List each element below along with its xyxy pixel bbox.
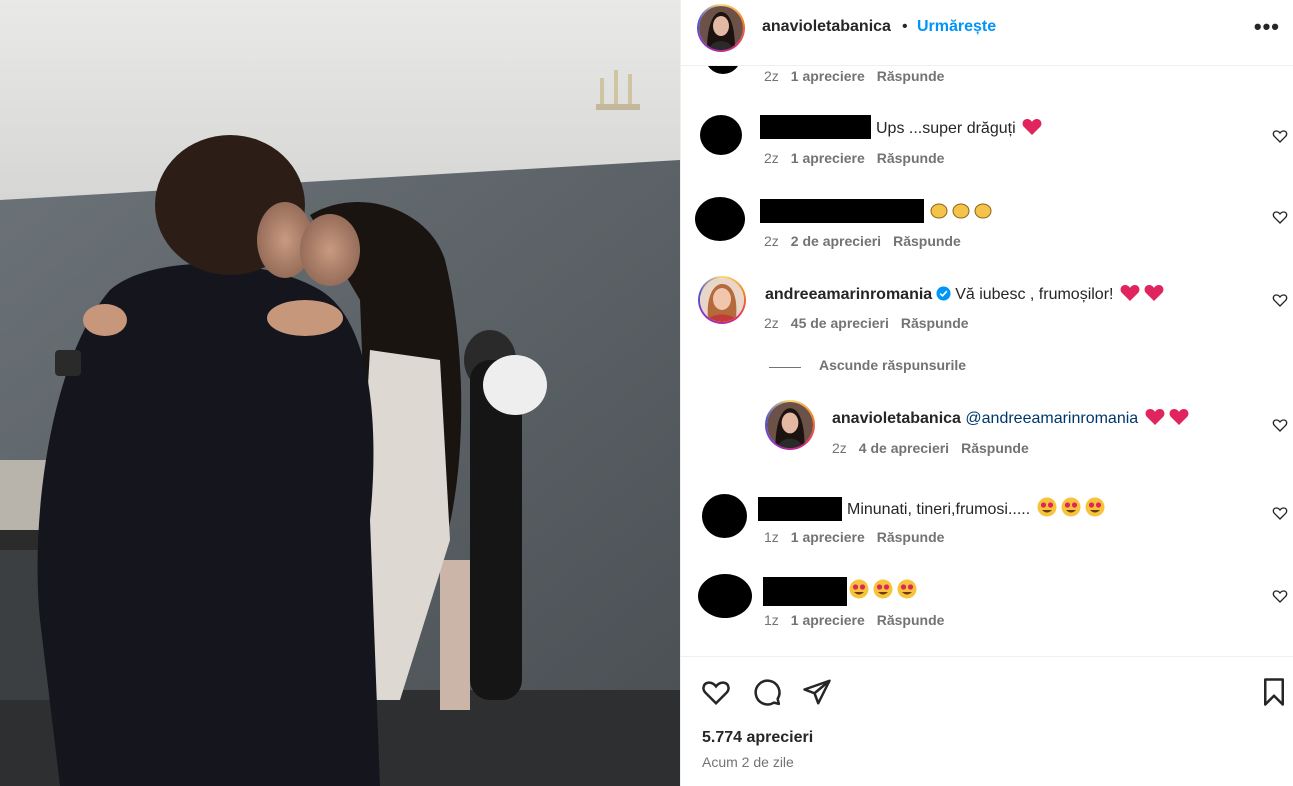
comment-likes-link[interactable]: 45 de aprecieri: [791, 315, 889, 331]
reply-reply-button[interactable]: Răspunde: [961, 440, 1029, 456]
comment-likes-link[interactable]: 1 apreciere: [791, 612, 865, 628]
comment-reply-button[interactable]: Răspunde: [877, 612, 945, 628]
commenter-avatar[interactable]: [700, 115, 742, 155]
mention-link[interactable]: @andreeamarinromania: [965, 410, 1138, 427]
comment-likes-link[interactable]: 1 apreciere: [791, 529, 865, 545]
comment-likes-link[interactable]: 1 apreciere: [791, 150, 865, 166]
hide-replies-line: [769, 367, 801, 368]
red-hearts-emoji-icon: [1120, 285, 1164, 301]
clapping-hands-emoji-icon: [930, 203, 992, 219]
verified-badge-icon: [936, 286, 951, 301]
comment-reply-button[interactable]: Răspunde: [893, 233, 961, 249]
reply-time: 2z: [832, 440, 847, 456]
commenter-avatar[interactable]: [702, 494, 747, 538]
follow-button[interactable]: Urmărește: [917, 18, 996, 36]
author-avatar[interactable]: [697, 4, 745, 52]
comment-time: 1z: [764, 612, 779, 628]
comment-icon[interactable]: [752, 677, 782, 707]
comment-like-heart-icon[interactable]: [1272, 209, 1288, 225]
likes-count[interactable]: 5.774 aprecieri: [702, 729, 813, 747]
post-photo[interactable]: [0, 0, 680, 786]
post-header: anavioletabanica • Urmărește •••: [681, 0, 1293, 66]
reply-text-row: anavioletabanica @andreeamarinromania: [832, 408, 1189, 428]
commenter-avatar[interactable]: [705, 66, 741, 74]
comment-text-row: [927, 201, 995, 223]
reply-meta: 2z 4 de aprecieri Răspunde: [832, 440, 1029, 456]
commenter-avatar[interactable]: [698, 276, 746, 324]
comment-time: 2z: [764, 315, 779, 331]
comment-time: 2z: [764, 150, 779, 166]
replier-avatar[interactable]: [765, 400, 815, 450]
commenter-avatar[interactable]: [698, 574, 752, 618]
comment-meta: 2z 45 de aprecieri Răspunde: [764, 315, 969, 331]
post-actions: 5.774 aprecieri Acum 2 de zile: [681, 656, 1293, 786]
comment-text: Minunati, tineri,frumosi.....: [847, 501, 1031, 518]
comment-text: Ups ...super drăguți: [876, 120, 1016, 137]
red-hearts-emoji-icon: [1145, 409, 1189, 425]
comment-time: 2z: [764, 68, 779, 84]
replier-username[interactable]: anavioletabanica: [832, 410, 961, 427]
comments-list[interactable]: 2z 1 apreciere Răspunde Ups ...super drăgu…: [681, 66, 1293, 656]
post-side-panel: anavioletabanica • Urmărește ••• 2z 1 apr…: [680, 0, 1293, 786]
comment-text-row: [847, 579, 919, 601]
comment-meta: 1z 1 apreciere Răspunde: [764, 529, 944, 545]
comment-reply-button[interactable]: Răspunde: [901, 315, 969, 331]
comment-like-heart-icon[interactable]: [1272, 505, 1288, 521]
heart-icon[interactable]: [701, 677, 731, 707]
comment-likes-link[interactable]: 1 apreciere: [791, 68, 865, 84]
comment-likes-link[interactable]: 2 de aprecieri: [791, 233, 881, 249]
bookmark-icon[interactable]: [1259, 677, 1289, 707]
redacted-username: [758, 497, 842, 521]
comment-meta: 2z 1 apreciere Răspunde: [764, 150, 944, 166]
comment-like-heart-icon[interactable]: [1272, 588, 1288, 604]
commenter-avatar[interactable]: [695, 197, 745, 241]
comment-reply-button[interactable]: Răspunde: [877, 529, 945, 545]
comment-text-row: andreeamarinromania Vă iubesc , frumoșilo…: [765, 284, 1164, 304]
share-icon[interactable]: [802, 677, 832, 707]
comment-reply-button[interactable]: Răspunde: [877, 150, 945, 166]
reply-likes-link[interactable]: 4 de aprecieri: [859, 440, 949, 456]
comment-reply-button[interactable]: Răspunde: [877, 68, 945, 84]
author-username[interactable]: anavioletabanica: [762, 18, 891, 36]
commenter-username[interactable]: andreeamarinromania: [765, 286, 932, 303]
redacted-username: [763, 577, 847, 606]
comment-meta: 2z 1 apreciere Răspunde: [764, 68, 944, 84]
comment-text-row: Ups ...super drăguți: [876, 118, 1042, 138]
comment-text: Vă iubesc , frumoșilor!: [955, 286, 1114, 303]
comment-like-heart-icon[interactable]: [1272, 128, 1288, 144]
comment-time: 2z: [764, 233, 779, 249]
comment-time: 1z: [764, 529, 779, 545]
comment-meta: 2z 2 de aprecieri Răspunde: [764, 233, 961, 249]
red-heart-emoji-icon: [1022, 119, 1042, 135]
more-options-icon[interactable]: •••: [1254, 14, 1280, 40]
comment-text-row: Minunati, tineri,frumosi.....: [847, 497, 1107, 519]
redacted-username: [760, 115, 871, 139]
comment-meta: 1z 1 apreciere Răspunde: [764, 612, 944, 628]
reply-like-heart-icon[interactable]: [1272, 417, 1288, 433]
heart-eyes-emoji-icon: [849, 579, 917, 599]
heart-eyes-emoji-icon: [1037, 497, 1105, 517]
redacted-username: [760, 199, 924, 223]
comment-like-heart-icon[interactable]: [1272, 292, 1288, 308]
separator-dot: •: [902, 18, 908, 35]
hide-replies-button[interactable]: Ascunde răspunsurile: [819, 357, 966, 373]
post-timestamp[interactable]: Acum 2 de zile: [702, 754, 794, 770]
